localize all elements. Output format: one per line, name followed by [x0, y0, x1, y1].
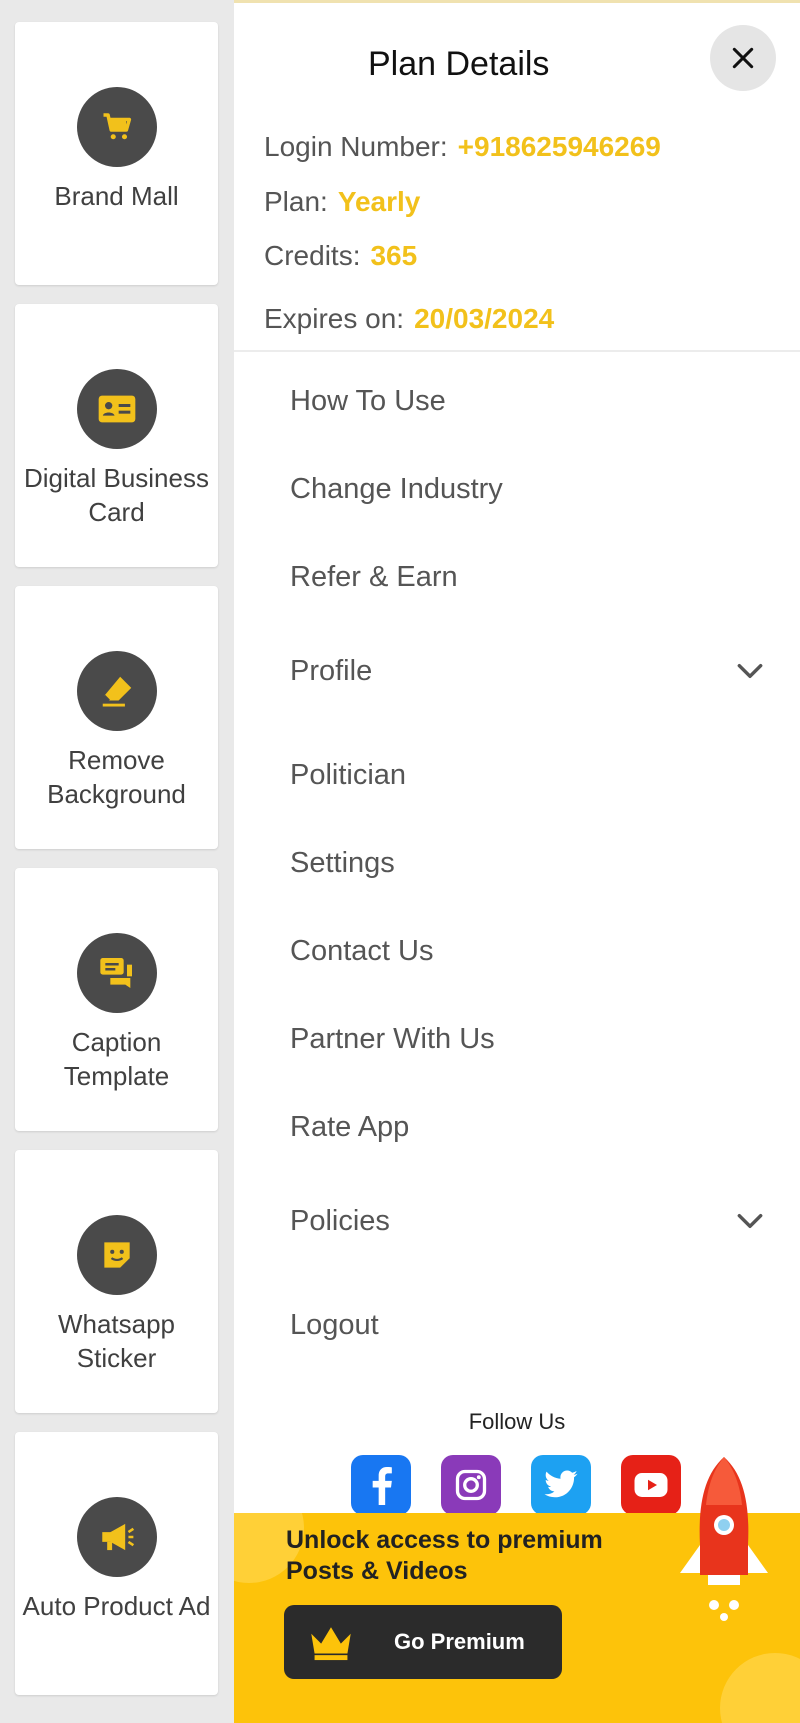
menu-item-change-industry[interactable]: Change Industry [290, 459, 780, 519]
menu-item-logout[interactable]: Logout [290, 1295, 780, 1355]
plan-label: Plan: [264, 186, 328, 217]
facebook-icon[interactable] [351, 1455, 411, 1515]
close-icon [732, 47, 754, 69]
menu-item-label: Partner With Us [290, 1022, 495, 1055]
expires-row: Expires on: 20/03/2024 [264, 303, 554, 335]
menu-item-label: Profile [290, 654, 373, 687]
login-number-label: Login Number: [264, 131, 448, 162]
tool-auto-product-ad[interactable]: Auto Product Ad [15, 1432, 218, 1695]
tool-label: Auto Product Ad [22, 1591, 211, 1621]
chevron-down-icon [737, 1213, 763, 1229]
tool-digital-business-card[interactable]: Digital Business Card [15, 304, 218, 567]
tool-whatsapp-sticker[interactable]: Whatsapp Sticker [15, 1150, 218, 1413]
premium-line-2: Posts & Videos [286, 1557, 468, 1585]
eraser-icon [76, 651, 157, 731]
megaphone-icon [76, 1497, 157, 1577]
tool-remove-background[interactable]: Remove Background [15, 586, 218, 849]
menu-item-label: Contact Us [290, 934, 434, 967]
tools-column: Brand Mall Digital Business Card Remove … [0, 0, 234, 1720]
close-button[interactable] [710, 25, 776, 91]
go-premium-label: Go Premium [394, 1629, 525, 1654]
menu-item-politician[interactable]: Politician [290, 745, 780, 805]
menu-item-rate-app[interactable]: Rate App [290, 1097, 780, 1157]
menu-item-how-to-use[interactable]: How To Use [290, 371, 780, 431]
menu-item-label: Policies [290, 1204, 390, 1237]
premium-text: Unlock access to premium Posts & Videos [286, 1525, 603, 1587]
follow-us-label: Follow Us [468, 1409, 566, 1434]
menu-item-partner-with-us[interactable]: Partner With Us [290, 1009, 780, 1069]
sticker-icon [76, 1215, 157, 1295]
login-number-value: +918625946269 [457, 131, 661, 162]
chevron-down-icon [737, 663, 763, 679]
instagram-icon[interactable] [441, 1455, 501, 1515]
tool-label: Caption Template [63, 1027, 170, 1091]
expires-label: Expires on: [264, 303, 405, 334]
menu-item-policies[interactable]: Policies [290, 1191, 780, 1251]
menu-drawer: Plan Details Login Number: +918625946269 … [234, 0, 800, 1723]
credits-value: 365 [370, 240, 418, 271]
cart-icon [76, 87, 157, 167]
tool-brand-mall[interactable]: Brand Mall [15, 22, 218, 285]
divider [234, 350, 800, 352]
page-title: Plan Details [368, 45, 550, 83]
id-card-icon [76, 369, 157, 449]
tool-label: Whatsapp Sticker [57, 1309, 176, 1373]
menu-item-label: Politician [290, 758, 407, 791]
menu-item-label: Refer & Earn [290, 560, 458, 593]
chat-bubbles-icon [76, 933, 157, 1013]
go-premium-button[interactable]: Go Premium [284, 1605, 562, 1679]
menu-item-label: Change Industry [290, 472, 503, 505]
menu-item-refer-earn[interactable]: Refer & Earn [290, 547, 780, 607]
plan-row: Plan: Yearly [264, 186, 420, 218]
menu-item-label: Rate App [290, 1110, 410, 1143]
tool-label: Brand Mall [54, 181, 179, 211]
plan-value: Yearly [337, 186, 421, 217]
menu-item-profile[interactable]: Profile [290, 641, 780, 701]
crown-icon [311, 1627, 351, 1661]
menu-item-settings[interactable]: Settings [290, 833, 780, 893]
decor-circle [720, 1653, 800, 1723]
login-number-row: Login Number: +918625946269 [264, 131, 661, 163]
youtube-icon[interactable] [621, 1455, 681, 1515]
expires-value: 20/03/2024 [414, 303, 555, 334]
menu-item-label: Logout [290, 1308, 379, 1341]
credits-label: Credits: [264, 240, 361, 271]
tool-label: Remove Background [47, 745, 186, 809]
premium-line-1: Unlock access to premium [286, 1526, 603, 1554]
menu-item-label: How To Use [290, 384, 446, 417]
credits-row: Credits: 365 [264, 240, 417, 272]
tool-label: Digital Business Card [24, 463, 209, 527]
tool-caption-template[interactable]: Caption Template [15, 868, 218, 1131]
rocket-icon [680, 1457, 768, 1621]
menu-item-contact-us[interactable]: Contact Us [290, 921, 780, 981]
menu-item-label: Settings [290, 846, 395, 879]
twitter-icon[interactable] [531, 1455, 591, 1515]
